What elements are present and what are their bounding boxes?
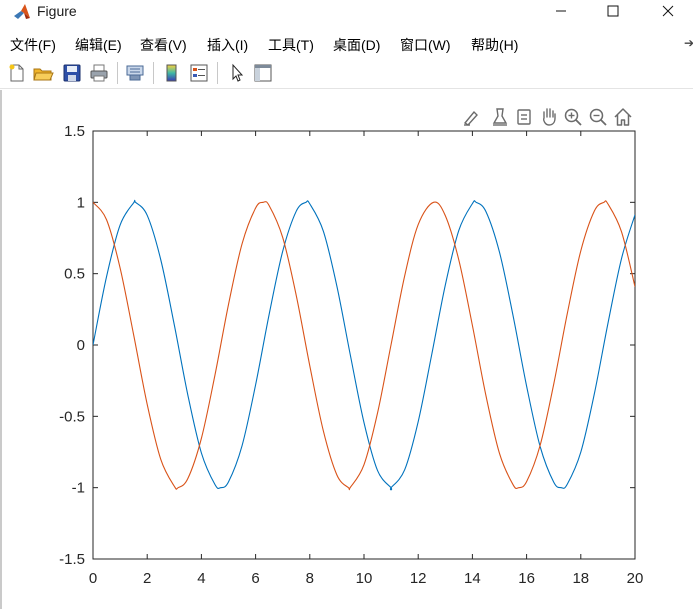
y-tick-label: -1.5 — [59, 551, 85, 568]
y-tick-label: 0.5 — [64, 266, 85, 283]
x-tick-label: 10 — [356, 570, 373, 587]
y-tick-label: 0 — [77, 337, 85, 354]
y-tick-label: 1.5 — [64, 123, 85, 140]
x-tick-label: 2 — [143, 570, 151, 587]
x-tick-label: 16 — [518, 570, 535, 587]
x-tick-label: 14 — [464, 570, 481, 587]
plot-axes[interactable]: 0 2 4 6 8 10 12 14 16 18 20 -1.5 -1 -0.5 0 0.5 1 1.5 — [0, 0, 693, 609]
y-tick-label: 1 — [77, 194, 85, 211]
y-tick-label: -0.5 — [59, 408, 85, 425]
x-tick-label: 18 — [572, 570, 589, 587]
x-tick-label: 6 — [251, 570, 259, 587]
x-tick-label: 4 — [197, 570, 205, 587]
x-tick-label: 0 — [89, 570, 97, 587]
axes-box — [92, 130, 636, 560]
x-tick-label: 8 — [306, 570, 314, 587]
y-tick-label: -1 — [72, 480, 85, 497]
x-tick-label: 12 — [410, 570, 427, 587]
x-tick-label: 20 — [627, 570, 644, 587]
